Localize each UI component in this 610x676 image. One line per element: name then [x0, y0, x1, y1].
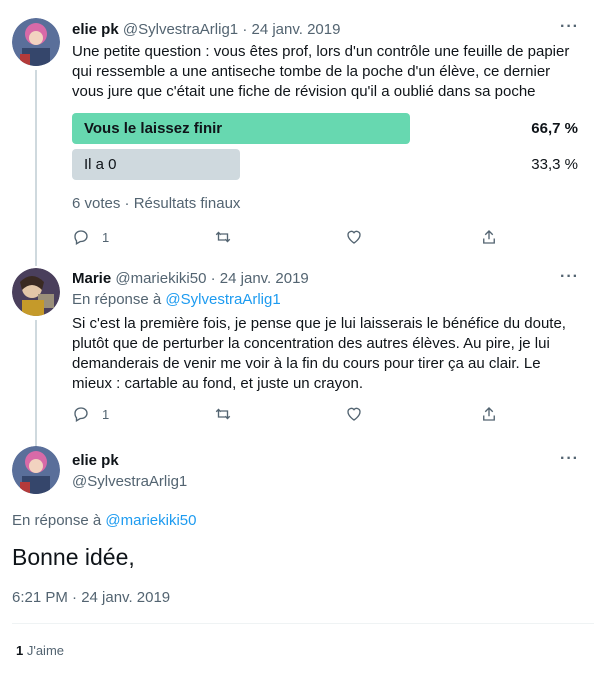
author-name-line: elie pk — [72, 451, 119, 471]
tweet-actions: 1 — [72, 227, 502, 247]
thread-line — [35, 70, 37, 266]
poll-option-2-percent: 33,3 % — [531, 156, 578, 173]
reply-to-link[interactable]: @mariekiki50 — [105, 512, 196, 529]
tweet-actions: 1 — [72, 404, 502, 424]
retweet-icon — [215, 408, 231, 420]
tweet-text: Une petite question : vous êtes prof, lo… — [72, 43, 570, 100]
author-handle-line: @SylvestraArlig1 — [72, 472, 187, 492]
poll-option-1-percent: 66,7 % — [531, 120, 578, 137]
reply-icon — [74, 230, 88, 245]
separator: · — [210, 270, 216, 287]
share-icon — [483, 407, 495, 421]
retweet-button[interactable] — [214, 227, 232, 247]
poll-option-2-label: Il a 0 — [84, 156, 117, 173]
avatar[interactable] — [12, 268, 60, 316]
tweet-text: Bonne idée, — [12, 544, 135, 570]
tweet-1[interactable]: elie pk @SylvestraArlig1 · 24 janv. 2019… — [0, 0, 600, 266]
replying-to: En réponse à @mariekiki50 — [12, 512, 197, 529]
likes-count[interactable]: 1 J'aime — [16, 643, 64, 658]
tweet-3-focused: elie pk @SylvestraArlig1 ··· En réponse … — [0, 440, 600, 676]
retweet-button[interactable] — [214, 404, 232, 424]
avatar[interactable] — [12, 446, 60, 494]
poll-meta: 6 votes · Résultats finaux — [72, 195, 241, 212]
like-button[interactable] — [345, 404, 363, 424]
more-icon[interactable]: ··· — [560, 18, 579, 36]
poll-option-1-bar: Vous le laissez finir — [72, 113, 410, 144]
reply-icon — [74, 407, 88, 422]
likes-label: J'aime — [23, 643, 65, 658]
tweet-date[interactable]: 24 janv. 2019 — [251, 21, 340, 38]
divider — [12, 623, 594, 624]
tweet-header: Marie @mariekiki50 · 24 janv. 2019 — [72, 269, 309, 289]
author-name[interactable]: elie pk — [72, 21, 119, 38]
author-handle[interactable]: @SylvestraArlig1 — [72, 473, 187, 490]
reply-prefix: En réponse à — [72, 291, 166, 308]
share-icon — [483, 230, 495, 244]
share-button[interactable] — [480, 404, 498, 424]
more-icon[interactable]: ··· — [560, 268, 579, 286]
reply-button[interactable]: 1 — [72, 227, 109, 247]
reply-button[interactable]: 1 — [72, 404, 109, 424]
poll-option-2-bar: Il a 0 — [72, 149, 240, 180]
author-name[interactable]: Marie — [72, 270, 111, 287]
heart-icon — [347, 230, 361, 244]
tweet-header: elie pk @SylvestraArlig1 · 24 janv. 2019 — [72, 20, 340, 40]
tweet-2[interactable]: Marie @mariekiki50 · 24 janv. 2019 ··· E… — [0, 260, 600, 448]
thread-line — [35, 320, 37, 448]
reply-prefix: En réponse à — [12, 512, 106, 529]
more-icon[interactable]: ··· — [560, 450, 579, 468]
retweet-icon — [215, 231, 231, 243]
reply-count: 1 — [102, 406, 110, 422]
separator: · — [242, 21, 248, 38]
tweet-date[interactable]: 24 janv. 2019 — [220, 270, 309, 287]
reply-to-link[interactable]: @SylvestraArlig1 — [165, 291, 280, 308]
replying-to: En réponse à @SylvestraArlig1 — [72, 291, 281, 308]
share-button[interactable] — [480, 227, 498, 247]
reply-count: 1 — [102, 229, 110, 245]
tweet-text: Si c'est la première fois, je pense que … — [72, 315, 566, 392]
like-button[interactable] — [345, 227, 363, 247]
tweet-timestamp[interactable]: 6:21 PM · 24 janv. 2019 — [12, 589, 170, 606]
author-handle[interactable]: @SylvestraArlig1 — [123, 21, 238, 38]
poll-option-1-label: Vous le laissez finir — [84, 120, 223, 137]
author-name[interactable]: elie pk — [72, 452, 119, 469]
author-handle[interactable]: @mariekiki50 — [115, 270, 206, 287]
avatar[interactable] — [12, 18, 60, 66]
heart-icon — [347, 407, 361, 421]
